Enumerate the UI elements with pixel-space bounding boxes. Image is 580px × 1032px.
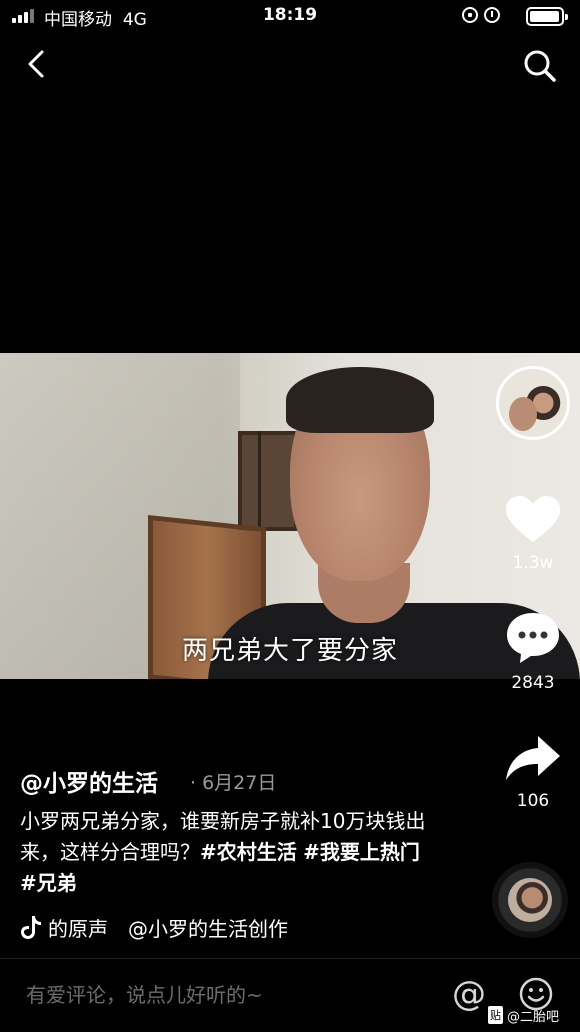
hashtag[interactable]: #我要上热门 bbox=[303, 840, 420, 864]
comment-count: 2843 bbox=[511, 673, 555, 693]
status-icons bbox=[462, 7, 500, 23]
author-name[interactable]: @小罗的生活 bbox=[20, 764, 158, 798]
search-icon bbox=[524, 50, 556, 82]
mention-button[interactable]: @ bbox=[452, 974, 486, 1014]
like-button[interactable] bbox=[504, 494, 562, 546]
music-note-icon bbox=[21, 916, 41, 939]
like-count: 1.3w bbox=[512, 553, 554, 573]
status-bar: 中国移动 4G 18:19 bbox=[0, 0, 580, 34]
music-info[interactable]: 的原声 @小罗的生活创作 bbox=[20, 912, 340, 942]
search-button[interactable] bbox=[520, 46, 560, 86]
battery-icon bbox=[526, 7, 568, 26]
back-button[interactable] bbox=[18, 44, 58, 84]
share-count: 106 bbox=[516, 791, 550, 811]
heart-icon bbox=[506, 496, 560, 542]
music-disc-avatar bbox=[508, 878, 552, 922]
orientation-lock-icon bbox=[462, 7, 478, 23]
share-arrow-icon bbox=[506, 736, 560, 780]
post-caption: 小罗两兄弟分家，谁要新房子就补10万块钱出来，这样分合理吗？#农村生活 #我要上… bbox=[20, 806, 440, 899]
watermark: 贴 @二胎吧 bbox=[488, 1004, 559, 1026]
video-subtitle: 两兄弟大了要分家 bbox=[181, 636, 398, 666]
alarm-icon bbox=[484, 7, 500, 23]
author-avatar[interactable] bbox=[496, 366, 570, 440]
comment-bubble-icon bbox=[507, 613, 559, 663]
watermark-badge: 贴 bbox=[488, 1006, 503, 1024]
hashtag[interactable]: #农村生活 bbox=[200, 840, 297, 864]
post-date: · 6月27日 bbox=[190, 772, 277, 794]
music-disc[interactable] bbox=[492, 862, 568, 938]
divider bbox=[0, 958, 580, 959]
hashtag[interactable]: #兄弟 bbox=[20, 871, 77, 895]
share-button[interactable] bbox=[504, 734, 562, 782]
video-window-scene bbox=[238, 431, 298, 531]
music-title: 的原声 @小罗的生活创作 bbox=[48, 916, 288, 941]
comment-button[interactable] bbox=[504, 610, 562, 666]
comment-input[interactable]: 有爱评论，说点儿好听的~ bbox=[26, 979, 426, 1008]
chevron-left-icon bbox=[28, 50, 44, 78]
watermark-text: @二胎吧 bbox=[507, 1009, 560, 1025]
